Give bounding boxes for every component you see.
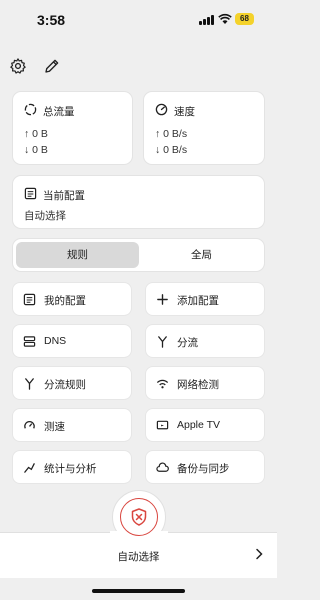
tile-label: Apple TV (177, 419, 220, 431)
tile-my-config[interactable]: 我的配置 (12, 282, 132, 316)
tile-backup-sync[interactable]: 备份与同步 (145, 450, 265, 484)
wifi-status-icon (218, 13, 232, 24)
tile-label: 分流规则 (44, 379, 86, 391)
battery-indicator: 68 (235, 13, 254, 25)
pie-chart-icon (24, 103, 37, 116)
split-icon (158, 336, 167, 348)
plus-icon (157, 294, 168, 305)
tab-global-mode[interactable]: 全局 (140, 242, 263, 268)
speed-upload: ↑ 0 B/s (155, 128, 188, 140)
document-icon (23, 293, 36, 306)
tile-split-rules[interactable]: 分流规则 (12, 366, 132, 400)
wifi-icon (156, 379, 169, 389)
cloud-icon (156, 462, 169, 472)
chevron-right-icon (256, 548, 263, 560)
chart-icon (24, 463, 35, 473)
tile-label: 我的配置 (44, 295, 86, 307)
total-traffic-card[interactable]: 总流量 ↑ 0 B ↓ 0 B (12, 91, 133, 165)
connect-button[interactable] (120, 498, 158, 536)
tile-label: DNS (44, 335, 67, 347)
shield-x-icon (131, 508, 147, 526)
speed-card[interactable]: 速度 ↑ 0 B/s ↓ 0 B/s (143, 91, 265, 165)
tile-stats[interactable]: 统计与分析 (12, 450, 132, 484)
tile-network-check[interactable]: 网络检测 (145, 366, 265, 400)
tv-icon (156, 420, 169, 430)
traffic-upload: ↑ 0 B (24, 128, 48, 140)
tile-speed-test[interactable]: 测速 (12, 408, 132, 442)
server-icon (23, 336, 36, 347)
bottom-config-bar[interactable]: 自动选择 (0, 532, 277, 578)
tile-label: 备份与同步 (177, 463, 230, 475)
tile-apple-tv[interactable]: Apple TV (145, 408, 265, 442)
current-config-card[interactable]: 当前配置 自动选择 (12, 175, 265, 229)
status-time: 3:58 (37, 12, 66, 28)
tile-label: 分流 (177, 337, 198, 349)
tile-add-config[interactable]: 添加配置 (145, 282, 265, 316)
speed-download: ↓ 0 B/s (155, 144, 188, 156)
total-traffic-title: 总流量 (43, 106, 75, 118)
home-indicator (92, 589, 185, 593)
current-config-value: 自动选择 (24, 210, 66, 222)
tile-dns[interactable]: DNS (12, 324, 132, 358)
mode-segmented-control: 规则 全局 (12, 238, 265, 272)
tile-label: 添加配置 (177, 295, 219, 307)
gear-icon[interactable] (9, 57, 27, 75)
tile-label: 测速 (44, 421, 65, 433)
split-rules-icon (25, 378, 34, 390)
tile-label: 网络检测 (177, 379, 219, 391)
tile-split[interactable]: 分流 (145, 324, 265, 358)
traffic-download: ↓ 0 B (24, 144, 48, 156)
tile-label: 统计与分析 (44, 463, 97, 475)
speedometer-icon (155, 103, 168, 116)
speedometer-icon (24, 421, 35, 429)
pencil-icon[interactable] (43, 57, 61, 75)
tab-rule-mode[interactable]: 规则 (16, 242, 139, 268)
document-icon (24, 187, 37, 200)
status-bar: 3:58 68 (0, 0, 277, 40)
signal-icon (199, 15, 215, 25)
bottom-config-label: 自动选择 (117, 551, 160, 563)
current-config-title: 当前配置 (43, 190, 85, 202)
speed-title: 速度 (174, 106, 195, 118)
